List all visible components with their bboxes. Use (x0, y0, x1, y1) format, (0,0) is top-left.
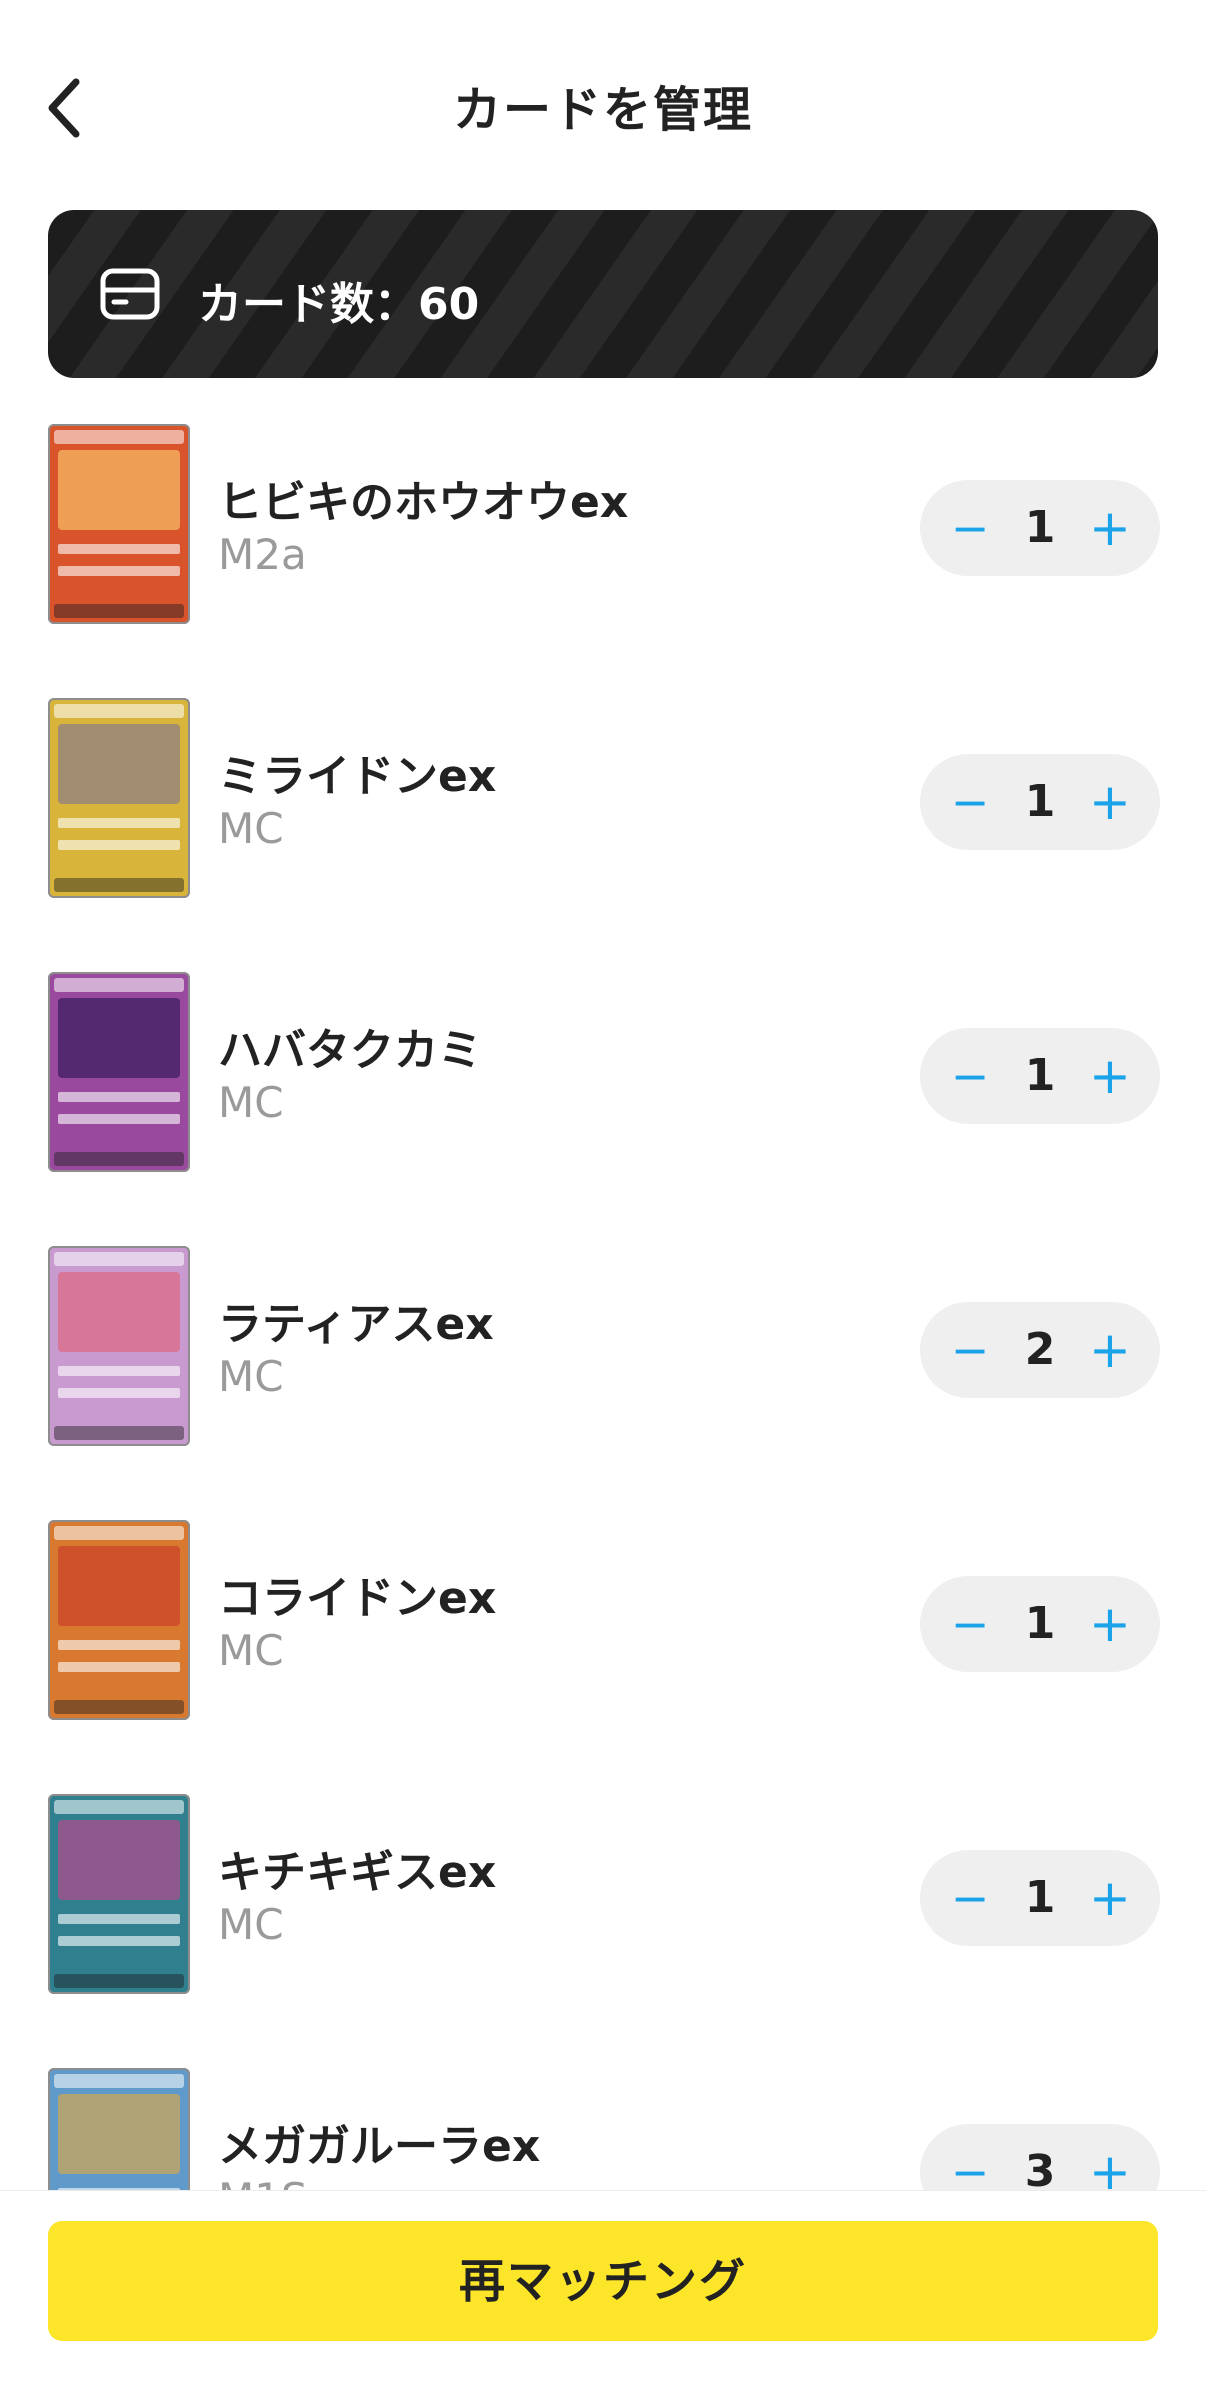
card-count-label: カード数：60 (198, 279, 480, 330)
card-thumbnail (48, 1520, 190, 1720)
quantity-stepper: − 1 + (920, 1576, 1160, 1672)
card-set: MC (218, 1626, 284, 1675)
decrement-button[interactable]: − (934, 754, 1006, 850)
card-thumbnail (48, 972, 190, 1172)
quantity-stepper: − 1 + (920, 1028, 1160, 1124)
card-thumbnail (48, 1246, 190, 1446)
increment-button[interactable]: + (1074, 754, 1146, 850)
decrement-button[interactable]: − (934, 1028, 1006, 1124)
card-set: MC (218, 1900, 284, 1949)
footer: 再マッチング (0, 2190, 1206, 2401)
card-row: メガガルーラex M1S − 3 + (0, 2044, 1206, 2190)
card-row: ハバタクカミ MC − 1 + (0, 948, 1206, 1222)
quantity-value: 1 (1024, 502, 1056, 553)
card-name: キチキギスex (218, 1847, 497, 1898)
decrement-button[interactable]: − (934, 480, 1006, 576)
increment-button[interactable]: + (1074, 480, 1146, 576)
decrement-button[interactable]: − (934, 1850, 1006, 1946)
card-list[interactable]: ヒビキのホウオウex M2a − 1 + ミライドンex MC − 1 + ハバ… (0, 400, 1206, 2190)
card-set: MC (218, 804, 284, 853)
card-name: コライドンex (218, 1573, 497, 1624)
card-thumbnail (48, 698, 190, 898)
card-name: ヒビキのホウオウex (218, 477, 629, 528)
quantity-stepper: − 1 + (920, 1850, 1160, 1946)
card-set: MC (218, 1078, 284, 1127)
card-thumbnail (48, 424, 190, 624)
card-icon (100, 268, 160, 320)
card-name: メガガルーラex (218, 2121, 541, 2172)
card-thumbnail (48, 2068, 190, 2190)
quantity-stepper: − 1 + (920, 754, 1160, 850)
page-title: カードを管理 (452, 82, 753, 138)
quantity-stepper: − 1 + (920, 480, 1160, 576)
card-set: M1S (218, 2174, 308, 2190)
card-row: ミライドンex MC − 1 + (0, 674, 1206, 948)
card-thumbnail (48, 1794, 190, 1994)
card-set: M2a (218, 530, 307, 579)
decrement-button[interactable]: − (934, 2124, 1006, 2190)
card-name: ラティアスex (218, 1299, 494, 1350)
increment-button[interactable]: + (1074, 1850, 1146, 1946)
quantity-stepper: − 3 + (920, 2124, 1160, 2190)
card-row: ラティアスex MC − 2 + (0, 1222, 1206, 1496)
quantity-value: 2 (1024, 1324, 1056, 1375)
decrement-button[interactable]: − (934, 1576, 1006, 1672)
quantity-value: 1 (1024, 1050, 1056, 1101)
increment-button[interactable]: + (1074, 1028, 1146, 1124)
header: カードを管理 (0, 0, 1206, 200)
increment-button[interactable]: + (1074, 1302, 1146, 1398)
card-set: MC (218, 1352, 284, 1401)
card-row: ヒビキのホウオウex M2a − 1 + (0, 400, 1206, 674)
increment-button[interactable]: + (1074, 2124, 1146, 2190)
quantity-value: 1 (1024, 1598, 1056, 1649)
rematch-button[interactable]: 再マッチング (48, 2221, 1158, 2341)
card-name: ミライドンex (218, 751, 497, 802)
quantity-value: 1 (1024, 776, 1056, 827)
card-name: ハバタクカミ (218, 1025, 482, 1076)
quantity-stepper: − 2 + (920, 1302, 1160, 1398)
quantity-value: 1 (1024, 1872, 1056, 1923)
quantity-value: 3 (1024, 2146, 1056, 2190)
decrement-button[interactable]: − (934, 1302, 1006, 1398)
card-row: コライドンex MC − 1 + (0, 1496, 1206, 1770)
card-count-banner: カード数：60 (48, 210, 1158, 378)
increment-button[interactable]: + (1074, 1576, 1146, 1672)
card-row: キチキギスex MC − 1 + (0, 1770, 1206, 2044)
